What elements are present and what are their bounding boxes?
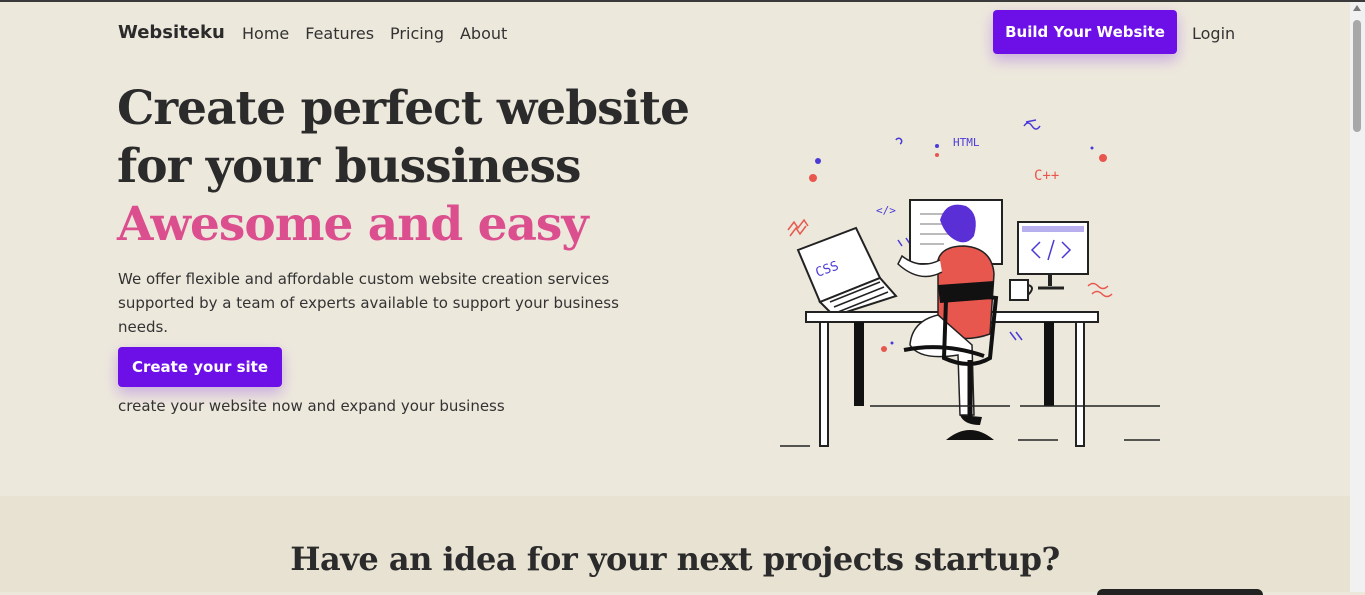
create-your-site-button[interactable]: Create your site [118,347,282,387]
login-link[interactable]: Login [1192,24,1235,43]
floating-element-peek [1097,589,1263,595]
nav-link-home[interactable]: Home [242,24,289,43]
nav-link-pricing[interactable]: Pricing [390,24,444,43]
laptop-icon: CSS [796,226,898,318]
cpp-label: C++ [1034,168,1059,184]
build-your-website-button[interactable]: Build Your Website [993,10,1177,54]
code-tag-label: </> [876,204,896,217]
nav-link-about[interactable]: About [460,24,507,43]
monitor-icon [1017,221,1089,290]
scroll-thumb[interactable] [1353,20,1361,132]
html-label: HTML [953,136,980,149]
top-navbar: Websiteku Home Features Pricing About Bu… [0,2,1350,62]
hero-title-line-1: Create perfect website [117,81,690,136]
developer-at-desk-illustration: HTML C++ </> CSS [780,119,1160,447]
mug-icon [1009,279,1033,301]
nav-link-features[interactable]: Features [305,24,374,43]
cta-note: create your website now and expand your … [118,397,505,415]
hero-title: Create perfect website for your bussines… [117,80,690,254]
idea-section-title: Have an idea for your next projects star… [290,540,1060,578]
hero-title-accent: Awesome and easy [117,197,589,252]
hero-description: We offer flexible and affordable custom … [118,270,619,336]
hero-title-line-2: for your bussiness [117,139,581,194]
brand-logo[interactable]: Websiteku [118,22,225,43]
page-scrollbar[interactable] [1350,2,1365,592]
nav-menu: Home Features Pricing About [242,24,507,43]
scroll-up-arrow-icon[interactable] [1353,5,1361,11]
idea-section: Have an idea for your next projects star… [0,496,1350,595]
